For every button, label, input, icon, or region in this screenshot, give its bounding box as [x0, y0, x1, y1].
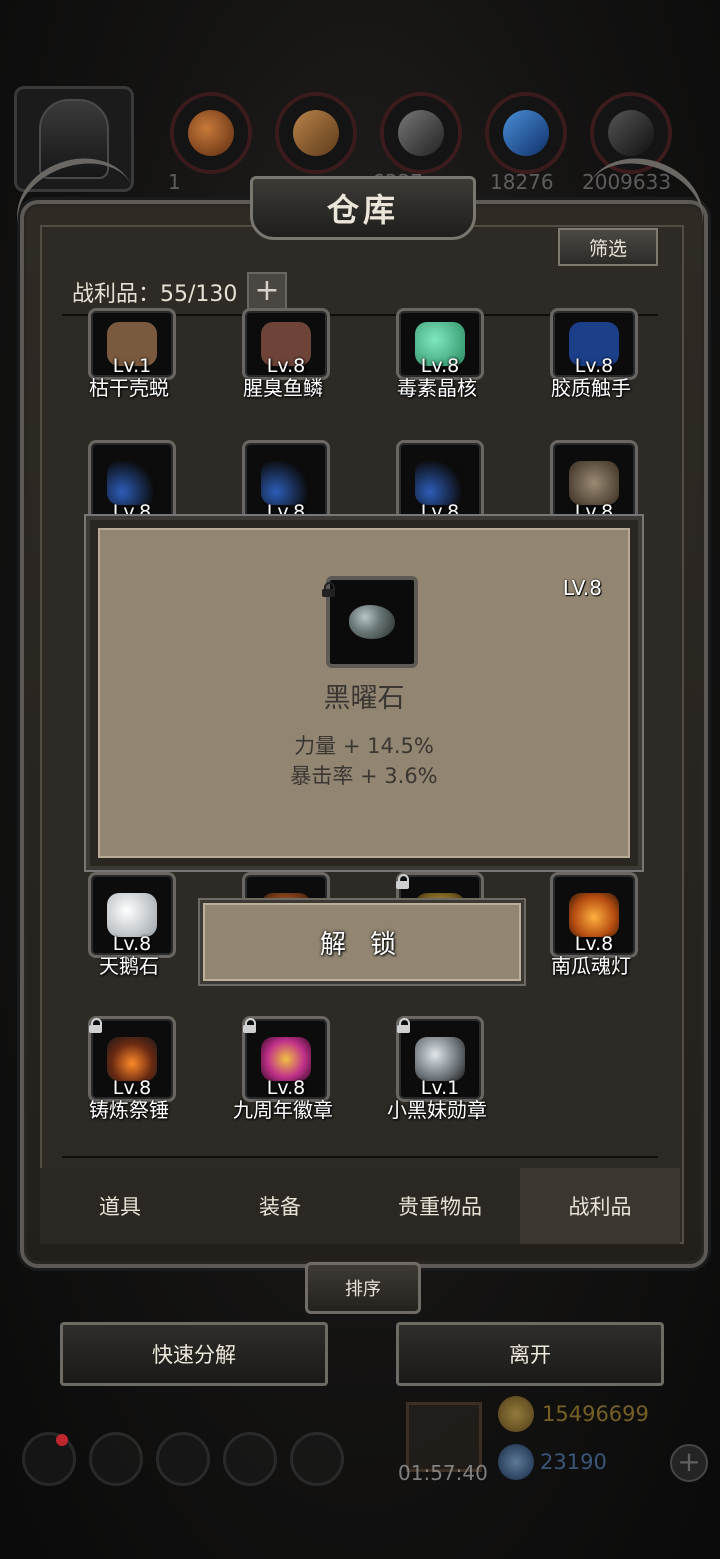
- item-slot[interactable]: Lv.8: [396, 440, 484, 526]
- chest-timer: 01:57:40: [398, 1461, 488, 1485]
- item-slot[interactable]: Lv.8: [550, 440, 638, 526]
- tab-items[interactable]: 道具: [40, 1168, 200, 1244]
- helmet-menu-icon[interactable]: [156, 1432, 210, 1486]
- item-icon: [261, 461, 311, 505]
- resource-icon-crystal[interactable]: [485, 92, 567, 174]
- item-slot[interactable]: Lv.8: [88, 440, 176, 526]
- item-slot[interactable]: Lv.8: [550, 308, 638, 380]
- lock-icon: [322, 582, 336, 597]
- item-slot[interactable]: Lv.8: [242, 308, 330, 380]
- gold-coin-icon: [498, 1396, 534, 1432]
- filter-button[interactable]: 筛选: [558, 228, 658, 266]
- item-icon: [569, 461, 619, 505]
- obsidian-icon: [349, 605, 395, 639]
- inventory-count: 战利品：55/130: [72, 282, 238, 307]
- item-icon: [415, 461, 465, 505]
- tab-equipment[interactable]: 装备: [200, 1168, 360, 1244]
- item-icon: [415, 1037, 465, 1081]
- item-slot[interactable]: Lv.8: [550, 872, 638, 958]
- resource-icon-wood[interactable]: [275, 92, 357, 174]
- gem-amount: 23190: [540, 1450, 607, 1474]
- item-name: 铸炼祭锤: [89, 1098, 169, 1122]
- resource-icon-ore[interactable]: [170, 92, 252, 174]
- tab-spoils[interactable]: 战利品: [520, 1168, 680, 1244]
- page-title: 仓库: [326, 191, 399, 229]
- tooltip-item-slot: [326, 576, 418, 668]
- item-slot[interactable]: Lv.8: [88, 872, 176, 958]
- lock-icon: [243, 1018, 257, 1033]
- medal-icon[interactable]: [89, 1432, 143, 1486]
- leave-button[interactable]: 离开: [396, 1322, 664, 1386]
- item-icon: [261, 1037, 311, 1081]
- item-slot[interactable]: Lv.8: [242, 440, 330, 526]
- item-name: 胶质触手: [551, 376, 631, 400]
- mail-icon[interactable]: [223, 1432, 277, 1486]
- shop-icon[interactable]: [290, 1432, 344, 1486]
- wood-icon: [293, 110, 339, 156]
- item-name: 九周年徽章: [233, 1098, 333, 1122]
- tooltip-stat-crit: 暴击率 + 3.6%: [290, 764, 438, 788]
- item-icon: [107, 461, 157, 505]
- add-currency-button[interactable]: +: [670, 1444, 708, 1482]
- lock-icon: [89, 1018, 103, 1033]
- crystal-icon: [503, 110, 549, 156]
- ore-icon: [188, 110, 234, 156]
- item-name: 毒素晶核: [397, 376, 477, 400]
- item-slot[interactable]: Lv.8: [396, 308, 484, 380]
- quick-decompose-button[interactable]: 快速分解: [60, 1322, 328, 1386]
- expand-capacity-button[interactable]: +: [247, 272, 287, 312]
- category-tabs: 道具 装备 贵重物品 战利品: [40, 1168, 680, 1244]
- notification-dot: [56, 1434, 68, 1446]
- item-icon: [107, 1037, 157, 1081]
- tooltip-stat-strength: 力量 + 14.5%: [294, 734, 434, 758]
- gem-icon: [498, 1444, 534, 1480]
- unlock-button[interactable]: 解 锁: [200, 900, 524, 984]
- tab-valuables[interactable]: 贵重物品: [360, 1168, 520, 1244]
- item-icon: [569, 893, 619, 937]
- gold-amount: 15496699: [542, 1402, 649, 1426]
- item-name: 枯干壳蜕: [89, 376, 169, 400]
- item-name: 天鹅石: [99, 954, 159, 978]
- tooltip-level: LV.8: [562, 576, 602, 600]
- resource-icon-iron[interactable]: [380, 92, 462, 174]
- divider-bottom: [62, 1156, 658, 1158]
- item-tooltip: LV.8 黑曜石 力量 + 14.5% 暴击率 + 3.6%: [86, 516, 642, 870]
- lock-icon: [396, 874, 410, 889]
- resource-count-1: 1: [168, 170, 181, 194]
- sort-button[interactable]: 排序: [305, 1262, 421, 1314]
- iron-icon: [398, 110, 444, 156]
- resource-count-4: 18276: [490, 170, 554, 194]
- lock-icon: [397, 1018, 411, 1033]
- item-icon: [107, 893, 157, 937]
- tooltip-item-name: 黑曜石: [323, 683, 405, 714]
- item-name: 南瓜魂灯: [551, 954, 631, 978]
- steel-icon: [608, 110, 654, 156]
- tooltip-body: LV.8 黑曜石 力量 + 14.5% 暴击率 + 3.6%: [98, 528, 630, 858]
- item-name: 腥臭鱼鳞: [243, 376, 323, 400]
- item-slot[interactable]: Lv.1: [88, 308, 176, 380]
- title-banner: 仓库: [250, 176, 476, 240]
- item-name: 小黑妹勋章: [387, 1098, 487, 1122]
